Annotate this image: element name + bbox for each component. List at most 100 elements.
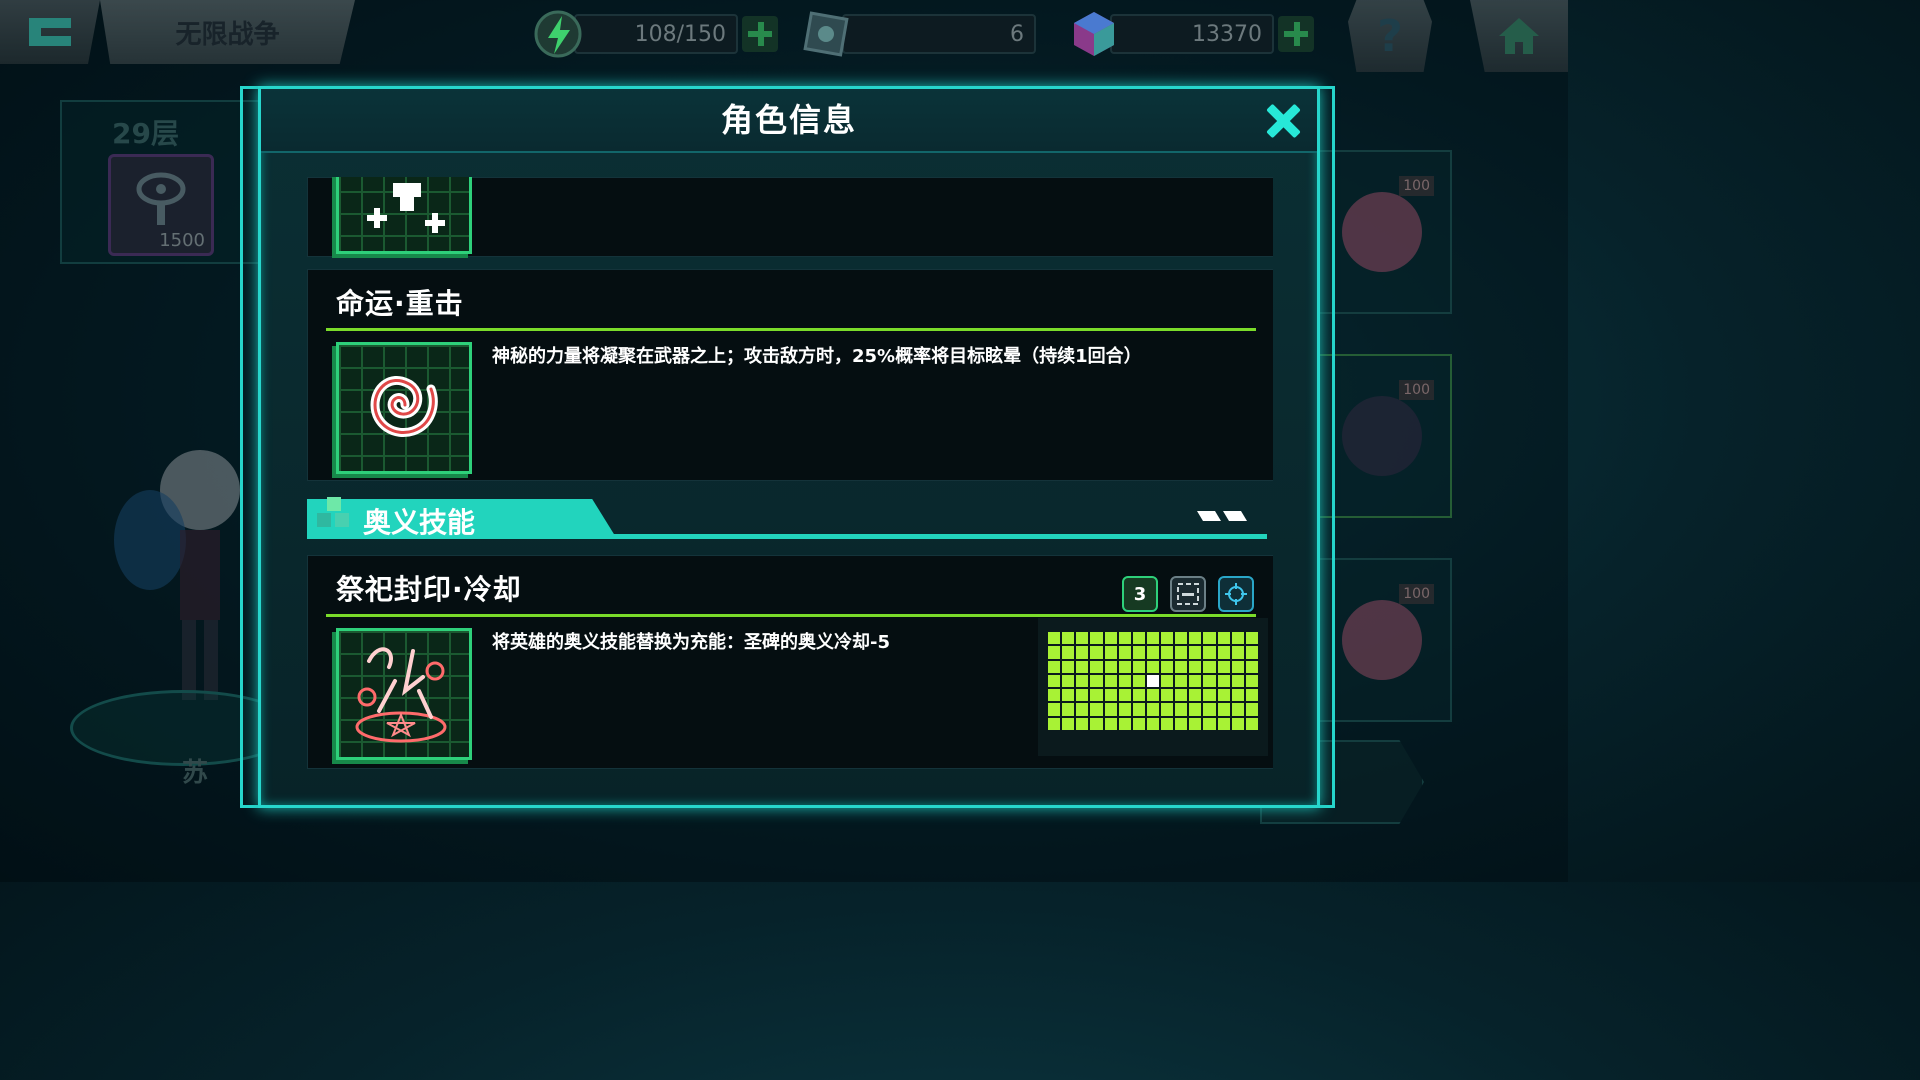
range-grid-cell: [1132, 660, 1145, 673]
range-grid-cell: [1245, 646, 1258, 659]
range-grid-cell: [1048, 689, 1061, 702]
range-grid-cell: [1231, 674, 1244, 688]
range-grid-cell: [1203, 717, 1216, 730]
skill-divider: [326, 614, 1256, 617]
skill-card: 命运·重击 神秘的力量将凝聚在武器之上；攻击敌方时，25%概率将目标眩晕（持续1…: [307, 269, 1273, 481]
dialog-header: 角色信息: [261, 89, 1317, 153]
range-grid-cell: [1104, 674, 1117, 688]
range-grid-cell: [1175, 646, 1188, 659]
heal-skill-icon: [336, 177, 472, 254]
ultimate-section-header: 奥义技能: [307, 497, 1267, 539]
range-grid-cell: [1048, 717, 1061, 730]
range-grid-cell: [1231, 660, 1244, 673]
section-title: 奥义技能: [363, 506, 476, 539]
range-grid-cell: [1217, 703, 1230, 716]
range-grid-cell: [1231, 703, 1244, 716]
range-grid-cell: [1161, 674, 1174, 688]
range-grid-cell: [1217, 674, 1230, 688]
ultimate-name: 祭祀封印·冷却: [336, 573, 522, 606]
gem-icon: [1074, 12, 1114, 56]
range-grid-cell: [1231, 717, 1244, 730]
range-grid-cell: [1245, 660, 1258, 673]
range-grid-cell: [1161, 646, 1174, 659]
character-info-dialog: 角色信息 命运·重击 神秘的力量将凝聚在武器之上；攻击敌方时，25%概率将目标眩…: [258, 86, 1320, 808]
range-grid-cell: [1146, 703, 1160, 716]
range-grid-cell: [1231, 689, 1244, 702]
range-grid-cell: [1175, 689, 1188, 702]
range-grid-cell: [1189, 646, 1202, 659]
range-grid-cell: [1189, 660, 1202, 673]
lightning-icon: [534, 10, 582, 58]
range-grid-cell: [1118, 646, 1131, 659]
range-grid-cell: [1062, 646, 1075, 659]
range-grid-cell: [1118, 674, 1131, 688]
range-grid-cell: [1062, 674, 1075, 688]
range-grid-cell: [1048, 646, 1061, 659]
range-grid-cell: [1161, 717, 1174, 730]
range-grid-cell: [1161, 703, 1174, 716]
range-grid-cell: [1245, 689, 1258, 702]
range-grid-cell: [1161, 632, 1174, 645]
range-grid-cell: [1203, 703, 1216, 716]
range-grid-cell: [1104, 703, 1117, 716]
ticket-icon: [803, 11, 849, 57]
range-grid-cell: [1090, 703, 1103, 716]
range-grid-cell: [1231, 646, 1244, 659]
ultimate-description: 将英雄的奥义技能替换为充能：圣碑的奥义冷却-5: [492, 632, 890, 653]
range-grid-cell: [1217, 632, 1230, 645]
slash-decor-icon: [1197, 511, 1247, 521]
range-grid-cell: [1062, 703, 1075, 716]
range-grid-cell: [1048, 660, 1061, 673]
range-grid-cell: [1104, 646, 1117, 659]
range-grid-cell: [1217, 689, 1230, 702]
range-grid-cell: [1062, 660, 1075, 673]
dialog-title: 角色信息: [720, 101, 857, 139]
range-grid-cell: [1090, 689, 1103, 702]
range-grid-cell: [1076, 703, 1089, 716]
range-grid-cell: [1146, 632, 1160, 645]
range-grid-cell: [1090, 717, 1103, 730]
range-grid-cell: [1217, 717, 1230, 730]
range-grid-cell: [1217, 646, 1230, 659]
range-grid-cell: [1118, 703, 1131, 716]
range-grid-cell: [1048, 703, 1061, 716]
range-grid-cell: [1175, 632, 1188, 645]
seal-skill-icon: [336, 628, 472, 760]
range-grid-cell: [1048, 632, 1061, 645]
range-grid-cell: [1118, 632, 1131, 645]
range-grid-cell: [1175, 660, 1188, 673]
close-button[interactable]: [1263, 101, 1303, 141]
skill-range-grid: [1038, 618, 1268, 756]
range-grid-cell: [1104, 632, 1117, 645]
range-grid-cell: [1118, 660, 1131, 673]
skill-name: 命运·重击: [336, 287, 464, 320]
range-grid-cell: [1104, 717, 1117, 730]
range-grid-cell: [1189, 689, 1202, 702]
range-grid-cell: [1245, 674, 1258, 688]
range-grid-cell: [1076, 717, 1089, 730]
range-grid-cell: [1118, 717, 1131, 730]
range-grid-cell: [1076, 632, 1089, 645]
range-grid-cell: [1132, 689, 1145, 702]
range-grid-cell: [1161, 689, 1174, 702]
range-grid-cell: [1062, 632, 1075, 645]
range-grid-cell: [1132, 717, 1145, 730]
range-grid-cell: [1132, 674, 1145, 688]
range-grid-cell: [1062, 689, 1075, 702]
range-grid-cell: [1146, 646, 1160, 659]
cooldown-badge: 3: [1122, 576, 1158, 612]
range-grid-cell: [1217, 660, 1230, 673]
range-grid-cell: [1146, 717, 1160, 730]
range-grid-cell: [1076, 674, 1089, 688]
range-grid-cell: [1189, 717, 1202, 730]
range-grid-cell: [1161, 660, 1174, 673]
range-grid-cell: [1146, 689, 1160, 702]
skill-list[interactable]: 命运·重击 神秘的力量将凝聚在武器之上；攻击敌方时，25%概率将目标眩晕（持续1…: [307, 177, 1273, 787]
range-grid-cell: [1104, 660, 1117, 673]
range-grid-cell: [1203, 674, 1216, 688]
range-grid-cell: [1203, 632, 1216, 645]
skill-card-partial: [307, 177, 1273, 257]
range-grid-cell: [1090, 632, 1103, 645]
range-grid-cell: [1175, 674, 1188, 688]
range-grid-cell: [1203, 689, 1216, 702]
